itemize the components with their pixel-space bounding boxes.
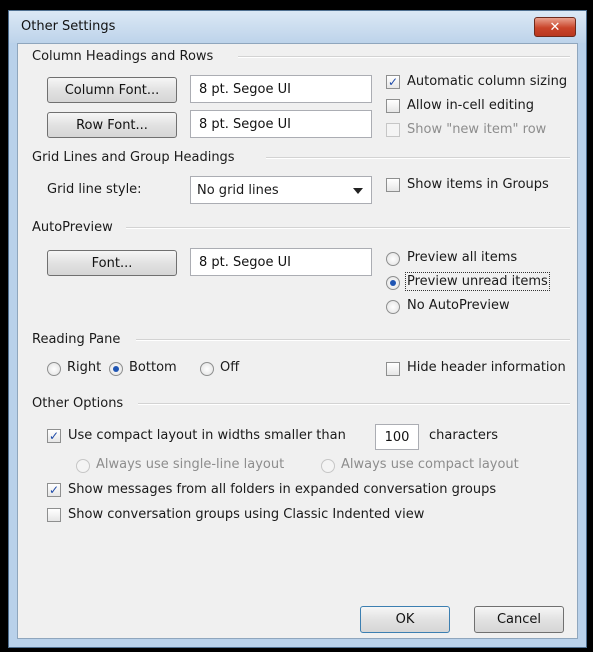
column-font-button[interactable]: Column Font... bbox=[47, 77, 177, 103]
reading-pane-bottom-label: Bottom bbox=[129, 360, 177, 375]
no-autopreview-radio[interactable] bbox=[386, 300, 400, 314]
reading-pane-bottom-radio[interactable] bbox=[109, 362, 123, 376]
no-autopreview-label: No AutoPreview bbox=[407, 298, 510, 313]
show-new-item-row-checkbox[interactable] bbox=[386, 123, 400, 137]
section-grid-lines-label: Grid Lines and Group Headings bbox=[32, 150, 235, 165]
characters-label: characters bbox=[429, 428, 499, 443]
hide-header-information-label: Hide header information bbox=[407, 360, 566, 375]
preview-unread-items-radio[interactable] bbox=[386, 276, 400, 290]
section-divider bbox=[238, 56, 570, 58]
section-reading-pane-label: Reading Pane bbox=[32, 332, 121, 347]
grid-line-style-label: Grid line style: bbox=[47, 182, 142, 197]
classic-indented-view-checkbox[interactable] bbox=[47, 508, 61, 522]
show-items-in-groups-checkbox[interactable] bbox=[386, 178, 400, 192]
section-column-headings-label: Column Headings and Rows bbox=[32, 49, 214, 64]
preview-all-items-label: Preview all items bbox=[407, 250, 518, 265]
row-font-value: 8 pt. Segoe UI bbox=[190, 110, 372, 138]
section-autopreview-label: AutoPreview bbox=[32, 220, 113, 235]
single-line-layout-label: Always use single-line layout bbox=[96, 457, 285, 472]
automatic-column-sizing-checkbox[interactable]: ✓ bbox=[386, 75, 400, 89]
preview-unread-items-label: Preview unread items bbox=[405, 272, 550, 291]
other-settings-dialog: Other Settings ✕ Column Headings and Row… bbox=[8, 10, 587, 648]
dialog-body: Column Headings and Rows Column Font... … bbox=[17, 43, 578, 639]
grid-line-style-value: No grid lines bbox=[197, 182, 279, 198]
single-line-layout-radio[interactable] bbox=[76, 459, 90, 473]
allow-incell-editing-label: Allow in-cell editing bbox=[407, 98, 534, 113]
show-items-in-groups-label: Show items in Groups bbox=[407, 177, 549, 192]
hide-header-information-checkbox[interactable] bbox=[386, 362, 400, 376]
section-divider bbox=[266, 157, 570, 159]
section-other-options-label: Other Options bbox=[32, 396, 124, 411]
always-compact-layout-radio[interactable] bbox=[321, 459, 335, 473]
section-divider bbox=[136, 339, 570, 341]
show-messages-all-folders-label: Show messages from all folders in expand… bbox=[68, 482, 497, 497]
show-new-item-row-label: Show "new item" row bbox=[407, 122, 547, 137]
column-font-value: 8 pt. Segoe UI bbox=[190, 75, 372, 103]
preview-all-items-radio[interactable] bbox=[386, 252, 400, 266]
close-button[interactable]: ✕ bbox=[534, 17, 576, 37]
ok-button[interactable]: OK bbox=[360, 606, 450, 633]
chevron-down-icon bbox=[353, 188, 363, 194]
cancel-button[interactable]: Cancel bbox=[474, 606, 564, 633]
reading-pane-off-label: Off bbox=[220, 360, 240, 375]
close-icon: ✕ bbox=[549, 19, 561, 35]
reading-pane-right-label: Right bbox=[67, 360, 102, 375]
grid-line-style-dropdown[interactable]: No grid lines bbox=[190, 176, 372, 204]
title-bar: Other Settings ✕ bbox=[9, 11, 586, 43]
automatic-column-sizing-label: Automatic column sizing bbox=[407, 74, 568, 89]
always-compact-layout-label: Always use compact layout bbox=[341, 457, 519, 472]
reading-pane-off-radio[interactable] bbox=[200, 362, 214, 376]
show-messages-all-folders-checkbox[interactable]: ✓ bbox=[47, 483, 61, 497]
autopreview-font-button[interactable]: Font... bbox=[47, 250, 177, 276]
compact-width-input[interactable]: 100 bbox=[375, 424, 419, 450]
row-font-button[interactable]: Row Font... bbox=[47, 112, 177, 138]
classic-indented-view-label: Show conversation groups using Classic I… bbox=[68, 507, 425, 522]
compact-layout-label: Use compact layout in widths smaller tha… bbox=[68, 428, 346, 443]
compact-layout-checkbox[interactable]: ✓ bbox=[47, 429, 61, 443]
allow-incell-editing-checkbox[interactable] bbox=[386, 99, 400, 113]
autopreview-font-value: 8 pt. Segoe UI bbox=[190, 248, 372, 276]
reading-pane-right-radio[interactable] bbox=[47, 362, 61, 376]
section-divider bbox=[126, 227, 570, 229]
section-divider bbox=[138, 403, 570, 405]
dialog-title: Other Settings bbox=[21, 19, 116, 34]
